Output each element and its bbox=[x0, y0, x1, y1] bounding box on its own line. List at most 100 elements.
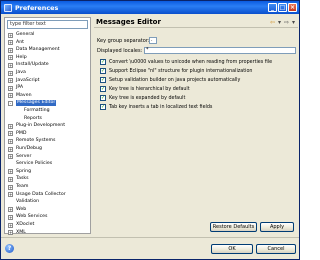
preferences-window: Preferences _ □ × type filter text + Gene… bbox=[0, 0, 300, 260]
back-menu-icon[interactable]: ▾ bbox=[278, 19, 281, 26]
tree-item-label: Messages Editor bbox=[16, 100, 57, 107]
expand-icon[interactable]: + bbox=[8, 78, 13, 84]
expand-icon[interactable]: + bbox=[8, 192, 13, 198]
forward-arrow-icon[interactable]: ⇨ bbox=[284, 19, 289, 26]
tree-item[interactable]: + Server bbox=[5, 154, 90, 160]
tree-item[interactable]: + Team bbox=[5, 184, 90, 190]
title-bar[interactable]: Preferences _ □ × bbox=[1, 1, 299, 14]
window-title: Preferences bbox=[15, 3, 59, 12]
expand-icon[interactable]: + bbox=[8, 154, 13, 160]
maximize-button[interactable]: □ bbox=[278, 3, 287, 12]
tree-item-label: Web Services bbox=[16, 214, 48, 220]
tree-item[interactable]: + Spring bbox=[5, 169, 90, 175]
minimize-button[interactable]: _ bbox=[268, 3, 277, 12]
tree-item[interactable]: + Web bbox=[5, 207, 90, 213]
apply-button[interactable]: Apply bbox=[260, 222, 294, 232]
tree-item[interactable]: Formatting bbox=[5, 108, 90, 114]
expand-icon[interactable]: + bbox=[8, 40, 13, 46]
tree-item[interactable]: - Messages Editor bbox=[5, 100, 90, 107]
expand-icon[interactable]: + bbox=[8, 146, 13, 152]
expand-icon[interactable]: + bbox=[8, 47, 13, 53]
expand-icon[interactable]: + bbox=[8, 184, 13, 190]
preference-tree-panel: type filter text + General + Ant + Data Manag… bbox=[4, 17, 91, 236]
option-checkbox[interactable]: ✓ bbox=[100, 95, 106, 101]
restore-defaults-button[interactable]: Restore Defaults bbox=[210, 222, 257, 232]
tree-item-label: Java bbox=[16, 70, 26, 75]
forward-menu-icon[interactable]: ▾ bbox=[292, 19, 295, 26]
tree-item[interactable]: + Web Services bbox=[5, 214, 90, 220]
tree-item[interactable]: + Run/Debug bbox=[5, 146, 90, 152]
expand-icon[interactable]: + bbox=[8, 230, 13, 236]
expand-icon[interactable]: + bbox=[8, 62, 13, 68]
tree-item-label: Spring bbox=[16, 168, 32, 174]
tree-item[interactable]: Reports bbox=[5, 116, 90, 122]
expand-icon[interactable]: + bbox=[8, 169, 13, 175]
expand-icon[interactable]: + bbox=[8, 131, 13, 137]
tree-item[interactable]: + Remote Systems bbox=[5, 138, 90, 144]
dialog-footer: ? OK Cancel bbox=[1, 237, 299, 259]
expand-icon[interactable]: + bbox=[8, 85, 13, 91]
tree-item-label: Maven bbox=[16, 92, 32, 98]
option-checkbox[interactable]: ✓ bbox=[100, 86, 106, 92]
key-group-separator-input[interactable]: . bbox=[149, 37, 157, 44]
back-arrow-icon[interactable]: ⇦ bbox=[270, 19, 275, 26]
tree-item[interactable]: + JPA bbox=[5, 85, 90, 91]
option-checkbox[interactable]: ✓ bbox=[100, 104, 106, 110]
option-label: Convert \u0000 values to unicode when re… bbox=[109, 59, 273, 65]
tree-item-label: Team bbox=[16, 184, 29, 189]
option-checkbox[interactable]: ✓ bbox=[100, 77, 106, 83]
tree-item[interactable]: Validation bbox=[5, 199, 90, 205]
expand-icon[interactable]: + bbox=[8, 207, 13, 213]
tree-item-label: JavaScript bbox=[16, 77, 40, 83]
ok-button[interactable]: OK bbox=[211, 244, 253, 254]
expand-icon[interactable]: + bbox=[8, 222, 13, 228]
tree-item-label: Tasks bbox=[16, 176, 29, 182]
tree-item-label: Remote Systems bbox=[16, 138, 56, 144]
expand-icon[interactable]: + bbox=[8, 55, 13, 61]
tree-item-label: PMD bbox=[16, 130, 27, 136]
collapse-icon[interactable]: - bbox=[8, 100, 13, 106]
tree-item[interactable]: + JavaScript bbox=[5, 78, 90, 84]
tree-item-label: Install/Update bbox=[16, 62, 49, 68]
tree-item[interactable]: + General bbox=[5, 32, 90, 38]
tree-item-label: Plug-in Development bbox=[16, 123, 66, 129]
tree-item[interactable]: + Usage Data Collector bbox=[5, 192, 90, 198]
expand-icon[interactable]: + bbox=[8, 123, 13, 129]
displayed-locales-input[interactable]: * bbox=[144, 47, 296, 54]
option-label: Support Eclipse "nl" structure for plugi… bbox=[109, 68, 253, 74]
tree-item[interactable]: + Tasks bbox=[5, 176, 90, 182]
preference-page: Messages Editor ⇦ ▾ ⇨ ▾ Key group separa… bbox=[94, 17, 298, 234]
tree-item-label: Web bbox=[16, 206, 27, 212]
filter-input[interactable]: type filter text bbox=[7, 20, 88, 29]
cancel-button[interactable]: Cancel bbox=[256, 244, 296, 254]
tree-item[interactable]: + XML bbox=[5, 230, 90, 236]
tree-item-label: Server bbox=[16, 153, 32, 159]
option-checkbox[interactable]: ✓ bbox=[100, 59, 106, 65]
expand-icon[interactable]: + bbox=[8, 70, 13, 76]
tree-item-label: Reports bbox=[24, 115, 42, 121]
tree-item-label: Help bbox=[16, 54, 27, 60]
expand-icon[interactable]: + bbox=[8, 32, 13, 38]
tree-item[interactable]: Service Policies bbox=[5, 161, 90, 167]
tree-item-label: Usage Data Collector bbox=[16, 191, 66, 197]
expand-icon[interactable]: + bbox=[8, 138, 13, 144]
tree-item[interactable]: + PMD bbox=[5, 131, 90, 137]
tree-item[interactable]: + Ant bbox=[5, 40, 90, 46]
tree-item[interactable]: + Java bbox=[5, 70, 90, 76]
tree-item[interactable]: + Install/Update bbox=[5, 62, 90, 68]
option-checkbox[interactable]: ✓ bbox=[100, 68, 106, 74]
tree-item-label: Ant bbox=[16, 39, 25, 45]
expand-icon[interactable]: + bbox=[8, 214, 13, 220]
tree-item[interactable]: + XDoclet bbox=[5, 222, 90, 228]
option-label: Key tree is expanded by default bbox=[109, 95, 186, 101]
help-icon[interactable]: ? bbox=[5, 244, 14, 253]
tree-item-label: Run/Debug bbox=[16, 146, 42, 151]
displayed-locales-label: Displayed locales: bbox=[97, 48, 143, 54]
expand-icon[interactable]: + bbox=[8, 93, 13, 99]
tree-item[interactable]: + Help bbox=[5, 55, 90, 61]
expand-icon[interactable]: + bbox=[8, 176, 13, 182]
close-button[interactable]: × bbox=[288, 3, 297, 12]
tree-item[interactable]: + Data Management bbox=[5, 47, 90, 53]
tree-item[interactable]: + Maven bbox=[5, 93, 90, 99]
tree-item[interactable]: + Plug-in Development bbox=[5, 123, 90, 129]
